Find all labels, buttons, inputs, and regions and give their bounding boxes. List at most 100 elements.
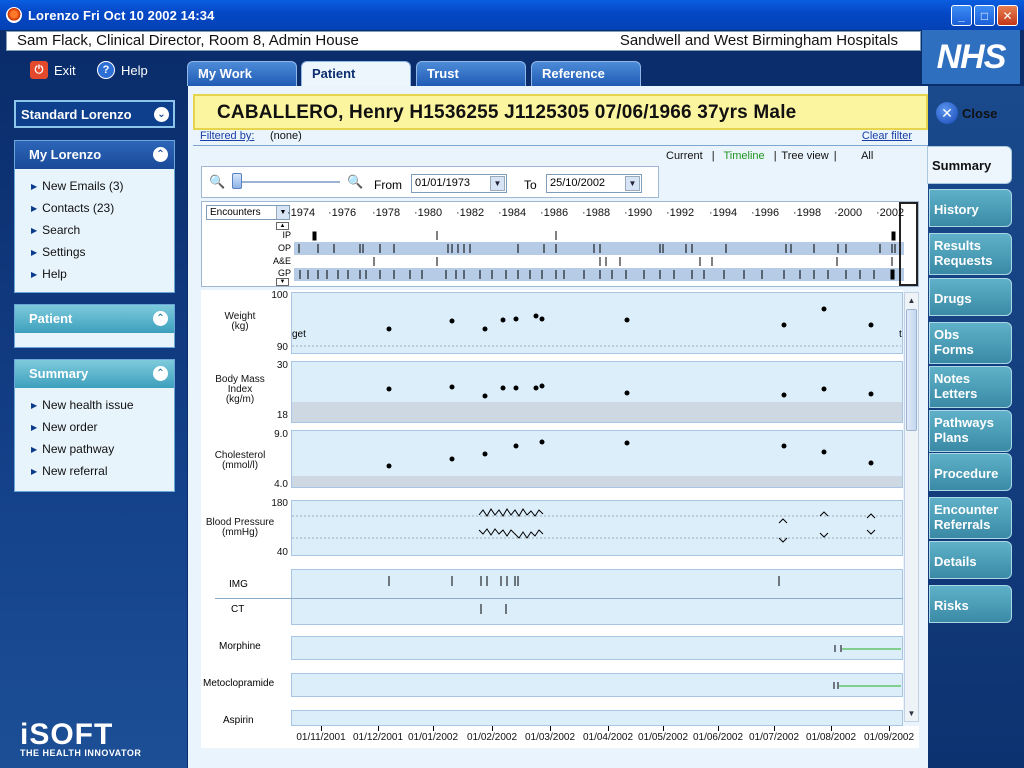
tab-trust[interactable]: Trust — [416, 61, 526, 86]
title-bar: Lorenzo Fri Oct 10 2002 14:34 _ □ ✕ — [0, 0, 1024, 30]
date-axis-tick — [889, 726, 890, 731]
isoft-tagline: THE HEALTH INNOVATOR — [20, 748, 142, 758]
zoom-out-icon[interactable]: 🔍 — [209, 174, 225, 190]
from-date-value: 01/01/1973 — [415, 177, 471, 189]
menu-help[interactable]: Help — [31, 266, 174, 288]
zoom-slider-track[interactable] — [232, 181, 340, 183]
date-axis-tick — [718, 726, 719, 731]
year-label: ·2002 — [876, 207, 905, 219]
year-label: ·1998 — [793, 207, 822, 219]
menu-contacts[interactable]: Contacts (23) — [31, 200, 174, 222]
tab-drugs[interactable]: Drugs — [929, 278, 1012, 316]
minimize-button[interactable]: _ — [951, 5, 972, 26]
menu-settings[interactable]: Settings — [31, 244, 174, 266]
isoft-logo-text: iSOFT — [20, 718, 114, 751]
tab-patient[interactable]: Patient — [301, 61, 411, 87]
row-label-gp: GP — [277, 268, 291, 278]
date-axis-tick — [321, 726, 322, 731]
patient-banner: CABALLERO, Henry H1536255 J1125305 07/06… — [193, 94, 928, 130]
year-label: ·1980 — [414, 207, 443, 219]
chart-scrollbar[interactable]: ▲ ▼ — [904, 292, 919, 722]
window-title: Lorenzo Fri Oct 10 2002 14:34 — [28, 8, 215, 23]
tab-results-requests[interactable]: Results Requests — [929, 233, 1012, 275]
tab-risks[interactable]: Risks — [929, 585, 1012, 623]
chevron-down-icon[interactable]: ▼ — [490, 176, 505, 191]
encounter-type-select[interactable]: Encounters ▼ — [206, 205, 290, 220]
tab-encounter-referrals[interactable]: Encounter Referrals — [929, 497, 1012, 539]
view-switcher: Current | Timeline | Tree view | All — [666, 150, 874, 162]
to-date-field[interactable]: 25/10/2002 ▼ — [546, 174, 642, 193]
isoft-logo: iSOFT THE HEALTH INNOVATOR — [20, 718, 141, 758]
filter-row: Filtered by: (none) Clear filter — [200, 130, 920, 144]
scroll-up-icon[interactable]: ▲ — [906, 294, 917, 307]
clear-filter-link[interactable]: Clear filter — [862, 130, 912, 142]
user-info: Sam Flack, Clinical Director, Room 8, Ad… — [17, 32, 359, 49]
menu-new-order[interactable]: New order — [31, 419, 174, 441]
date-axis-label: 01/08/2002 — [805, 732, 857, 743]
menu-new-health-issue[interactable]: New health issue — [31, 397, 174, 419]
year-label: ·1982 — [456, 207, 485, 219]
patient-panel-header[interactable]: Patient ⌃ — [15, 305, 174, 333]
my-lorenzo-header[interactable]: My Lorenzo ⌃ — [15, 141, 174, 169]
menu-new-emails[interactable]: New Emails (3) — [31, 178, 174, 200]
standard-lorenzo-dropdown[interactable]: Standard Lorenzo ⌄ — [14, 100, 175, 128]
scrollbar-thumb[interactable] — [906, 309, 917, 431]
encounter-type-value: Encounters — [210, 207, 261, 218]
tab-my-work[interactable]: My Work — [187, 61, 297, 86]
date-axis-label: 01/03/2002 — [524, 732, 576, 743]
tab-reference[interactable]: Reference — [531, 61, 641, 86]
tab-history[interactable]: History — [929, 189, 1012, 227]
user-bar: Sam Flack, Clinical Director, Room 8, Ad… — [6, 31, 921, 51]
view-tree[interactable]: Tree view — [781, 150, 828, 162]
chevron-down-icon[interactable]: ▼ — [625, 176, 640, 191]
scroll-down-icon[interactable]: ▼ — [276, 278, 289, 286]
exit-button[interactable]: ⏻ Exit — [30, 61, 76, 79]
tab-pathways-plans[interactable]: Pathways Plans — [929, 410, 1012, 452]
date-axis-tick — [550, 726, 551, 731]
patient-panel: Patient ⌃ — [14, 304, 175, 348]
date-axis-tick — [663, 726, 664, 731]
close-window-button[interactable]: ✕ — [997, 5, 1018, 26]
menu-new-referral[interactable]: New referral — [31, 463, 174, 485]
date-axis-label: 01/05/2002 — [637, 732, 689, 743]
view-timeline[interactable]: Timeline — [723, 150, 764, 162]
chart-marks — [292, 306, 901, 689]
help-button[interactable]: ? Help — [97, 61, 148, 79]
close-patient-button[interactable]: ✕ Close — [936, 102, 997, 124]
row-label-ip: IP — [282, 230, 291, 240]
results-chart-area: 100 90 Weight (kg) get t 30 18 Body Mass… — [201, 290, 903, 726]
summary-panel-header[interactable]: Summary ⌃ — [15, 360, 174, 388]
nhs-logo: NHS — [922, 30, 1020, 84]
summary-panel-title: Summary — [29, 366, 89, 381]
scroll-up-icon[interactable]: ▲ — [276, 222, 289, 230]
tab-notes-letters[interactable]: Notes Letters — [929, 366, 1012, 408]
divider — [193, 145, 928, 146]
zoom-slider-handle[interactable] — [232, 173, 242, 189]
date-axis-tick — [492, 726, 493, 731]
scroll-down-icon[interactable]: ▼ — [906, 707, 917, 720]
from-date-field[interactable]: 01/01/1973 ▼ — [411, 174, 507, 193]
year-label: ·1978 — [372, 207, 401, 219]
app-icon[interactable] — [6, 7, 22, 23]
zoom-in-icon[interactable]: 🔍 — [347, 174, 363, 190]
menu-new-pathway[interactable]: New pathway — [31, 441, 174, 463]
year-label: ·2000 — [834, 207, 863, 219]
encounter-overview: Encounters ▼ ▲ ▼ IP OP A&E GP ·1974 ·197… — [201, 201, 919, 287]
row-label-op: OP — [277, 243, 291, 253]
tab-details[interactable]: Details — [929, 541, 1012, 579]
maximize-button[interactable]: □ — [974, 5, 995, 26]
tab-summary[interactable]: Summary — [927, 146, 1012, 184]
power-icon: ⏻ — [30, 61, 48, 79]
tab-obs-forms[interactable]: Obs Forms — [929, 322, 1012, 364]
year-label: ·1996 — [751, 207, 780, 219]
view-current[interactable]: Current — [666, 150, 703, 162]
view-all[interactable]: All — [861, 150, 873, 162]
hospital-name: Sandwell and West Birmingham Hospitals — [619, 32, 898, 49]
filtered-by-link[interactable]: Filtered by: — [200, 130, 254, 142]
my-lorenzo-panel: My Lorenzo ⌃ New Emails (3) Contacts (23… — [14, 140, 175, 293]
menu-search[interactable]: Search — [31, 222, 174, 244]
tab-procedure[interactable]: Procedure — [929, 453, 1012, 491]
year-label: ·1976 — [328, 207, 357, 219]
year-label: ·1994 — [709, 207, 738, 219]
my-lorenzo-title: My Lorenzo — [29, 147, 102, 162]
